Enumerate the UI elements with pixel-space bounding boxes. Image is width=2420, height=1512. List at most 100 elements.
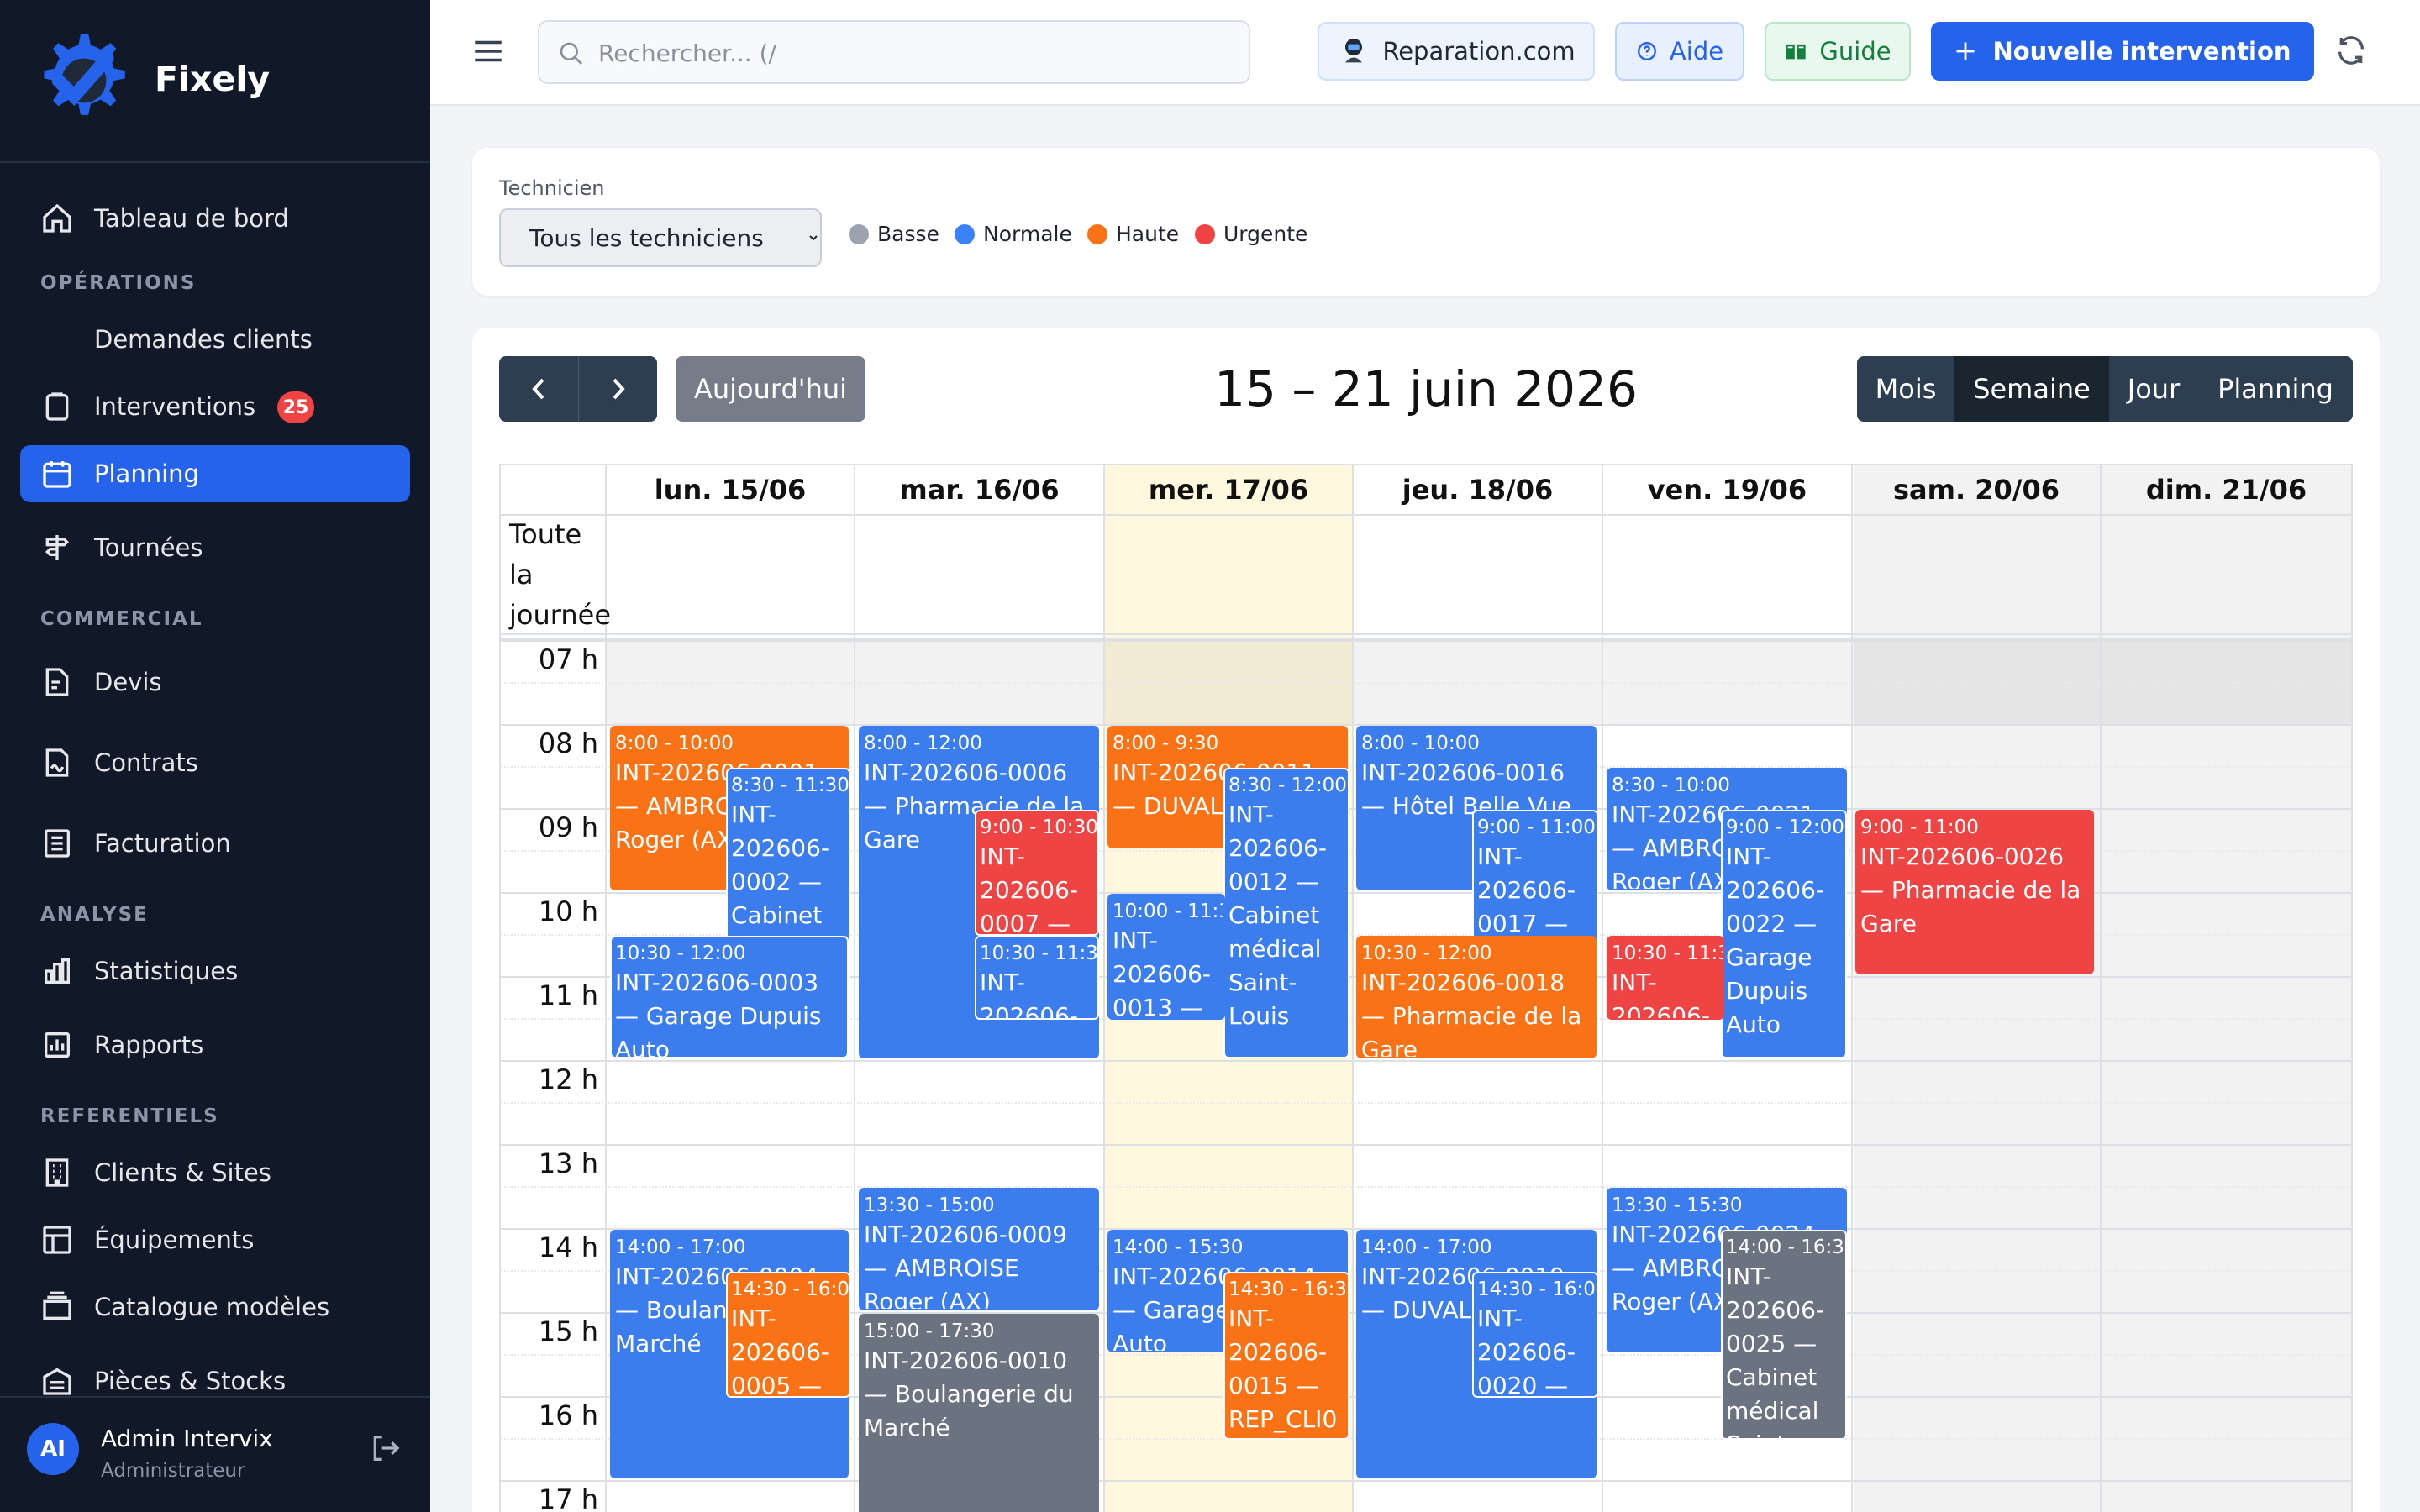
refresh-icon[interactable]: [2334, 34, 2368, 67]
event-block[interactable]: 10:30 - 11:30 INT-202606-0008 — TMX: [975, 936, 1099, 1020]
view-planning-button[interactable]: Planning: [2198, 356, 2353, 422]
event-title: INT-202606-0020 — Hôtel Belle Vue: [1477, 1305, 1576, 1398]
sidebar-item-label: Pièces & Stocks: [94, 1367, 287, 1395]
event-block[interactable]: 10:30 - 12:00 INT-202606-0018 — Pharmacie…: [1356, 936, 1597, 1058]
event-time: 14:00 - 16:30: [1726, 1236, 1847, 1258]
chevron-right-icon: [613, 378, 625, 400]
guide-button[interactable]: Guide: [1765, 22, 1911, 81]
event-block[interactable]: 9:00 - 12:00 INT-202606-0022 — Garage Dup…: [1721, 810, 1847, 1058]
sidebar-item-clients[interactable]: Clients & Sites: [20, 1144, 410, 1201]
sidebar-item-statistiques[interactable]: Statistiques: [20, 942, 410, 1000]
day-header[interactable]: sam. 20/06: [1853, 465, 2100, 514]
sidebar-item-interventions[interactable]: Interventions 25: [20, 378, 410, 435]
event-block[interactable]: 14:30 - 16:00 INT-202606-0005 — Garage Du…: [726, 1272, 850, 1398]
day-header[interactable]: mar. 16/06: [855, 465, 1103, 514]
robot-mascot-icon: [1345, 39, 1363, 63]
sidebar-item-planning[interactable]: Planning: [20, 445, 410, 502]
col-divider: [1602, 465, 1603, 1512]
event-block[interactable]: 10:00 - 11:30 INT-202606-0013 — AMBROISE …: [1107, 894, 1225, 1020]
aide-button[interactable]: Aide: [1615, 22, 1744, 81]
event-title: INT-202606-0015 — REP_CLI01: [1228, 1305, 1338, 1433]
event-block[interactable]: 14:30 - 16:30 INT-202606-0015 — REP_CLI01: [1223, 1272, 1349, 1440]
event-time: 8:00 - 9:30: [1113, 732, 1219, 754]
sidebar-item-equipements[interactable]: Équipements: [20, 1211, 410, 1268]
hour-line: [501, 1480, 2353, 1482]
warehouse-icon: [43, 1368, 71, 1395]
hour-label: 10 h: [538, 895, 598, 927]
home-icon: [43, 203, 71, 233]
event-block[interactable]: 8:30 - 12:00 INT-202606-0012 — Cabinet mé…: [1223, 768, 1349, 1058]
sidebar-item-contrats[interactable]: Contrats: [20, 734, 410, 791]
sidebar-item-label: Devis: [94, 668, 162, 696]
sidebar-item-label: Contrats: [94, 748, 198, 777]
event-block[interactable]: 10:30 - 12:00 INT-202606-0003 — Garage Du…: [610, 936, 849, 1058]
topbar: Reparation.com Aide Guide Nouvelle inter…: [430, 0, 2420, 106]
book-icon: [1786, 44, 1807, 60]
day-header[interactable]: dim. 21/06: [2102, 465, 2351, 514]
prev-week-button[interactable]: [499, 356, 578, 422]
search-input[interactable]: [598, 34, 1237, 72]
hour-label: 15 h: [538, 1315, 598, 1347]
event-block[interactable]: 14:30 - 16:00 INT-202606-0020 — Hôtel Bel…: [1472, 1272, 1598, 1398]
today-button[interactable]: Aujourd'hui: [676, 356, 865, 422]
view-semaine-button[interactable]: Semaine: [1954, 356, 2109, 422]
event-block[interactable]: 15:00 - 17:30 INT-202606-0010 — Boulanger…: [859, 1314, 1099, 1512]
logout-icon[interactable]: [368, 1431, 402, 1465]
legend-dot: [849, 223, 869, 244]
sidebar-item-demandes[interactable]: Demandes clients: [20, 311, 410, 368]
sidebar-item-tournees[interactable]: Tournées: [20, 519, 410, 576]
event-time: 10:30 - 11:30: [1612, 942, 1723, 964]
event-time: 8:00 - 10:00: [615, 732, 734, 754]
sidebar-item-dashboard[interactable]: Tableau de bord: [20, 190, 410, 247]
day-header[interactable]: ven. 19/06: [1603, 465, 1851, 514]
event-time: 10:30 - 11:30: [980, 942, 1099, 964]
new-intervention-button[interactable]: Nouvelle intervention: [1931, 22, 2314, 81]
day-header[interactable]: lun. 15/06: [607, 465, 854, 514]
legend-label: Basse: [877, 222, 939, 246]
guide-label: Guide: [1819, 37, 1891, 66]
event-time: 8:30 - 10:00: [1612, 774, 1730, 796]
half-hour-line: [501, 682, 2353, 684]
sidebar-item-facturation[interactable]: Facturation: [20, 815, 410, 872]
legend-normale: Normale: [955, 222, 1072, 246]
day-header[interactable]: jeu. 18/06: [1354, 465, 1602, 514]
reparation-link-button[interactable]: Reparation.com: [1318, 22, 1595, 81]
sidebar-item-rapports[interactable]: Rapports: [20, 1016, 410, 1074]
event-title: INT-202606-0003 — Garage Dupuis Auto: [615, 969, 822, 1058]
sidebar-item-catalogue[interactable]: Catalogue modèles: [20, 1278, 410, 1336]
view-jour-button[interactable]: Jour: [2109, 356, 2198, 422]
view-mois-button[interactable]: Mois: [1857, 356, 1954, 422]
col-divider: [1851, 465, 1853, 1512]
user-panel: AI Admin Intervix Administrateur: [0, 1396, 430, 1512]
legend-dot: [1195, 223, 1215, 244]
clipboard-icon: [45, 392, 69, 421]
event-block[interactable]: 9:00 - 11:00 INT-202606-0026 — Pharmacie …: [1855, 810, 2094, 974]
next-week-button[interactable]: [578, 356, 657, 422]
col-divider: [854, 465, 855, 1512]
hamburger-menu-icon[interactable]: [471, 34, 506, 69]
event-block[interactable]: 10:30 - 11:30 INT-202606-0023 — REP_CLI01: [1607, 936, 1724, 1020]
event-title: INT-202606-0022 — Garage Dupuis Auto: [1726, 843, 1824, 1038]
gear-check-logo-icon: [44, 34, 125, 115]
calendar-nav-group: [499, 356, 657, 422]
day-header[interactable]: mer. 17/06: [1105, 465, 1352, 514]
sidebar-item-label: Interventions: [94, 392, 256, 421]
event-title: INT-202606-0025 — Cabinet médical Saint-…: [1726, 1263, 1824, 1438]
hour-line: [501, 1144, 2353, 1146]
event-title: INT-202606-0023 — REP_CLI01: [1612, 969, 1710, 1020]
event-block[interactable]: 14:00 - 16:30 INT-202606-0025 — Cabinet m…: [1721, 1230, 1847, 1440]
event-time: 14:00 - 17:00: [1361, 1236, 1492, 1258]
legend-basse: Basse: [849, 222, 939, 246]
legend-label: Urgente: [1223, 222, 1308, 246]
event-block[interactable]: 13:30 - 15:00 INT-202606-0009 — AMBROISE …: [859, 1188, 1099, 1310]
col-divider: [2351, 465, 2353, 1512]
bar-chart-icon: [45, 958, 70, 984]
event-time: 14:30 - 16:00: [731, 1278, 850, 1300]
technicien-select[interactable]: Tous les techniciens: [499, 208, 822, 267]
sidebar-item-devis[interactable]: Devis: [20, 654, 410, 711]
hour-line: [501, 1060, 2353, 1062]
event-block[interactable]: 9:00 - 10:30 INT-202606-0007 — Hôtel Bell…: [975, 810, 1099, 936]
brand: Fixely: [0, 0, 430, 163]
sidebar-item-label: Rapports: [94, 1031, 204, 1059]
search-box[interactable]: [538, 20, 1250, 84]
